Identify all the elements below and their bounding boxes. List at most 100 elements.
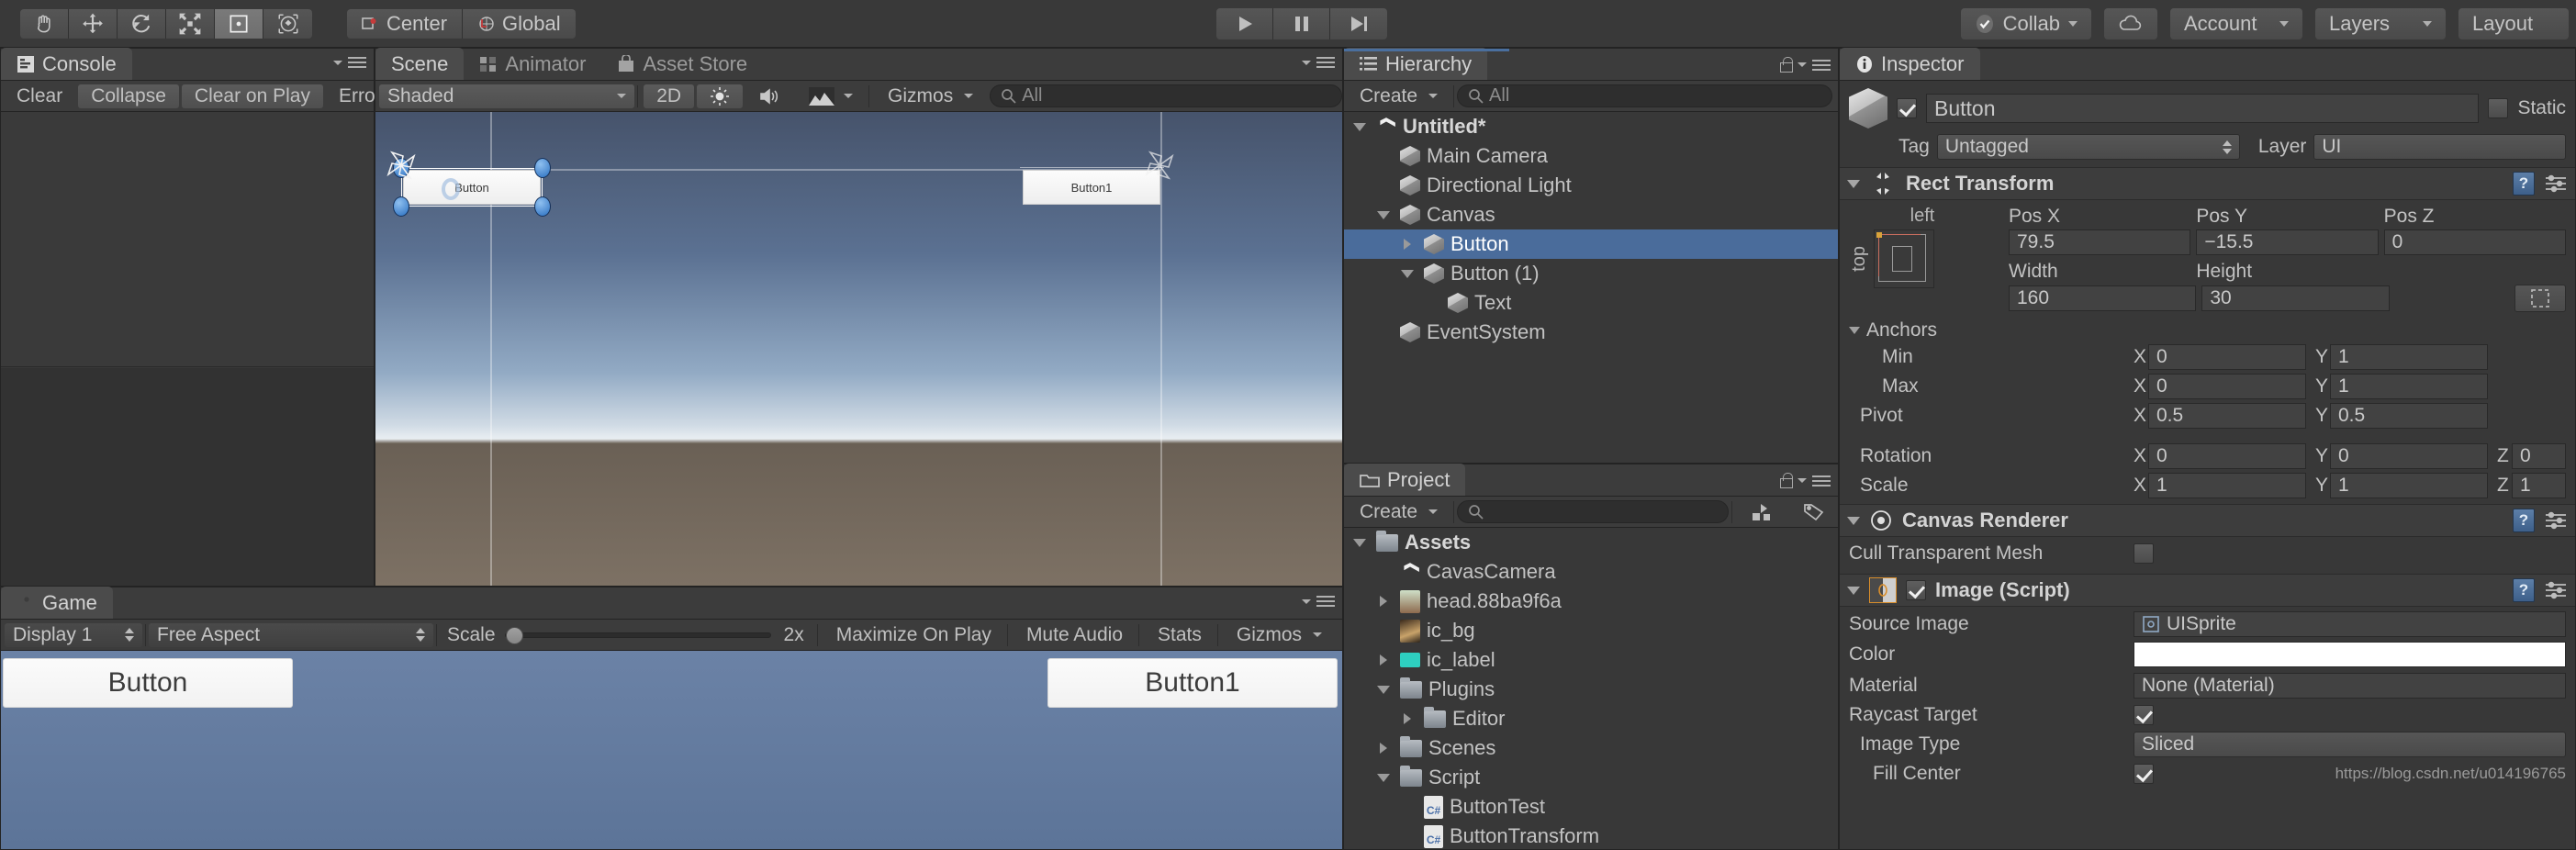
project-item[interactable]: head.88ba9f6a [1344,587,1838,616]
expand-triangle-icon[interactable] [1397,269,1417,278]
lock-icon[interactable] [1779,57,1793,73]
move-tool[interactable] [69,8,118,39]
image-enabled-checkbox[interactable] [1906,580,1926,600]
game-button-1[interactable]: Button1 [1047,658,1338,708]
hierarchy-create-button[interactable]: Create [1347,84,1450,108]
console-clear-on-play-button[interactable]: Clear on Play [181,84,323,108]
scene-lighting-toggle[interactable] [697,84,744,108]
scale-y-field[interactable]: 1 [2330,473,2488,498]
cloud-button[interactable] [2104,8,2157,39]
color-swatch[interactable] [2134,642,2566,667]
project-item[interactable]: Plugins [1344,675,1838,704]
project-filter-label-button[interactable] [1790,500,1838,524]
hierarchy-item[interactable]: Button [1344,229,1838,259]
scene-pivot-handle[interactable] [442,178,460,200]
scene-fx-toggle[interactable] [796,84,866,108]
collapse-triangle-icon[interactable] [1373,743,1394,754]
project-item[interactable]: C# ButtonTransform [1344,822,1838,849]
anchor-min-y-field[interactable]: 1 [2330,344,2488,370]
project-search-input[interactable] [1457,500,1729,523]
layer-dropdown[interactable]: UI [2313,134,2566,160]
scene-draw-mode-dropdown[interactable]: Shaded [379,84,635,108]
menu-icon[interactable] [1316,596,1335,607]
lock-icon[interactable] [1779,473,1793,488]
expand-triangle-icon[interactable] [1350,122,1370,131]
project-item[interactable]: C# ButtonTest [1344,792,1838,822]
play-button[interactable] [1216,8,1273,39]
static-checkbox[interactable] [2488,98,2509,118]
canvas-renderer-header[interactable]: Canvas Renderer ? [1840,504,2575,537]
rect-transform-header[interactable]: Rect Transform ? [1840,167,2575,200]
scale-tool[interactable] [166,8,215,39]
game-display-dropdown[interactable]: Display 1 [5,622,142,647]
console-clear-button[interactable]: Clear [4,84,75,108]
collapse-triangle-icon[interactable] [1847,516,1860,525]
hierarchy-tab-menu[interactable] [1779,57,1831,73]
tab-animator[interactable]: Animator [464,48,601,80]
console-tab-menu[interactable] [333,57,366,68]
collapse-triangle-icon[interactable] [1373,654,1394,665]
scale-x-field[interactable]: 1 [2148,473,2306,498]
collapse-triangle-icon[interactable] [1397,239,1417,250]
anchor-preset-widget[interactable]: left top [1849,206,1996,312]
pivot-x-field[interactable]: 0.5 [2148,403,2306,429]
hierarchy-item[interactable]: EventSystem [1344,318,1838,347]
image-type-dropdown[interactable]: Sliced [2134,732,2566,757]
expand-triangle-icon[interactable] [1373,773,1394,782]
object-enabled-checkbox[interactable] [1897,98,1917,118]
collapse-triangle-icon[interactable] [1847,586,1860,595]
help-icon[interactable]: ? [2513,509,2535,532]
gear-icon[interactable] [2544,173,2568,194]
expand-triangle-icon[interactable] [1373,210,1394,219]
width-field[interactable]: 160 [2009,285,2197,311]
help-icon[interactable]: ? [2513,172,2535,196]
project-item[interactable]: Editor [1344,704,1838,733]
rotation-z-field[interactable]: 0 [2512,443,2566,469]
tab-console[interactable]: Console [1,48,132,80]
project-item[interactable]: ic_bg [1344,616,1838,645]
layout-button[interactable]: Layout [2458,8,2569,39]
pause-button[interactable] [1273,8,1330,39]
pivot-y-field[interactable]: 0.5 [2330,403,2488,429]
hierarchy-item[interactable]: Text [1344,288,1838,318]
fill-center-checkbox[interactable] [2134,764,2154,784]
pos-x-field[interactable]: 79.5 [2009,229,2191,255]
game-mute-audio-button[interactable]: Mute Audio [1014,623,1136,647]
layers-button[interactable]: Layers [2315,8,2446,39]
image-script-header[interactable]: Image (Script) ? [1840,574,2575,607]
project-tab-menu[interactable] [1779,473,1831,488]
tab-project[interactable]: Project [1344,464,1466,496]
collapse-triangle-icon[interactable] [1373,596,1394,607]
game-gizmos-button[interactable]: Gizmos [1224,623,1335,647]
anchor-max-y-field[interactable]: 1 [2330,374,2488,399]
project-tree[interactable]: Assets CavasCamera head.88ba9f6a ic_bg ic_la… [1344,528,1838,849]
rotation-x-field[interactable]: 0 [2148,443,2306,469]
game-scale-slider-knob[interactable] [505,626,523,644]
scale-z-field[interactable]: 1 [2512,473,2566,498]
help-icon[interactable]: ? [2513,578,2535,602]
rotate-tool[interactable] [118,8,166,39]
project-item[interactable]: CavasCamera [1344,557,1838,587]
anchor-min-x-field[interactable]: 0 [2148,344,2306,370]
tab-scene[interactable]: Scene [375,48,465,80]
tab-hierarchy[interactable]: Hierarchy [1344,48,1488,80]
scene-resize-handle-br[interactable] [534,196,551,217]
collab-button[interactable]: Collab [1960,8,2091,39]
tab-asset-store[interactable]: Asset Store [601,48,763,80]
scene-2d-toggle[interactable]: 2D [644,84,695,108]
menu-icon[interactable] [348,57,366,68]
height-field[interactable]: 30 [2201,285,2390,311]
menu-icon[interactable] [1316,57,1335,68]
object-name-field[interactable]: Button [1926,94,2480,123]
game-tab-menu[interactable] [1302,596,1335,607]
pivot-mode-button[interactable]: Center [347,8,464,39]
hierarchy-item[interactable]: Main Camera [1344,141,1838,171]
menu-icon[interactable] [1812,475,1831,487]
collapse-triangle-icon[interactable] [1847,179,1860,188]
cull-transparent-mesh-checkbox[interactable] [2134,543,2154,564]
game-viewport[interactable]: Button Button1 [1,651,1342,849]
pos-z-field[interactable]: 0 [2383,229,2566,255]
transform-tool[interactable] [263,8,312,39]
game-stats-button[interactable]: Stats [1145,623,1215,647]
tag-dropdown[interactable]: Untagged [1936,134,2240,160]
